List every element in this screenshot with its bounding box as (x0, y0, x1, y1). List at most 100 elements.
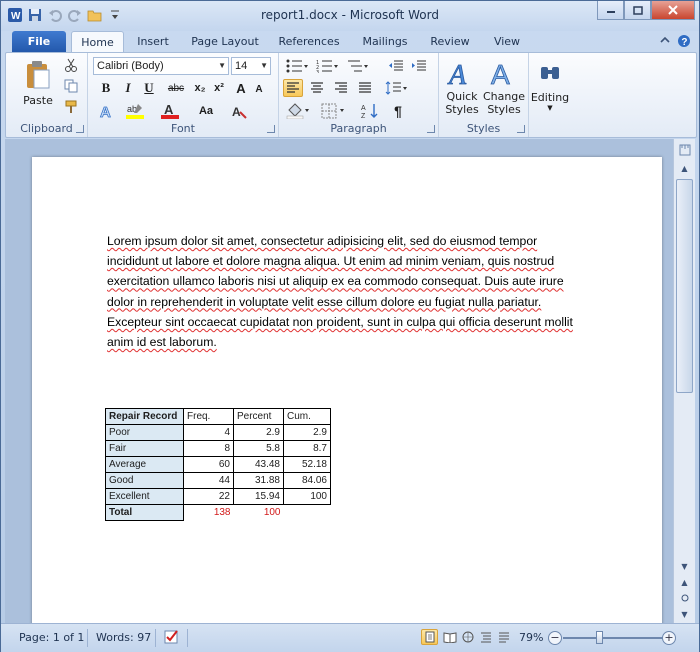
shrink-font-button[interactable]: A (251, 81, 267, 97)
grow-font-button[interactable]: A (233, 79, 249, 97)
font-dialog-launcher[interactable] (267, 125, 275, 133)
show-hide-marks-button[interactable]: ¶ (389, 102, 407, 120)
table-cell[interactable]: 52.18 (283, 456, 331, 473)
table-cell[interactable]: 22 (183, 488, 234, 505)
table-cell[interactable]: Average (105, 456, 184, 473)
sort-icon[interactable]: AZ (359, 102, 381, 120)
font-name-combo[interactable]: Calibri (Body) ▼ (93, 57, 229, 75)
table-cell[interactable]: 43.48 (233, 456, 284, 473)
minimize-button[interactable] (597, 1, 624, 20)
table-header-cell[interactable]: Freq. (183, 408, 234, 425)
clear-formatting-icon[interactable]: A (230, 102, 248, 120)
editing-button[interactable]: Editing ▼ (531, 55, 569, 117)
subscript-button[interactable]: x₂ (192, 80, 208, 96)
repair-record-table[interactable]: Repair Record Freq. Percent Cum. Poor 4 2.9 2.9… (105, 408, 331, 521)
bullets-icon[interactable] (284, 57, 310, 75)
table-cell[interactable]: 15.94 (233, 488, 284, 505)
outline-view-icon[interactable] (477, 629, 494, 645)
table-cell[interactable]: 8 (183, 440, 234, 457)
scroll-up-icon[interactable]: ▲ (677, 161, 692, 175)
draft-view-icon[interactable] (495, 629, 512, 645)
highlight-color-icon[interactable]: ab (124, 102, 148, 120)
table-cell[interactable]: Poor (105, 424, 184, 441)
paste-button[interactable]: Paste (20, 57, 56, 109)
table-cell[interactable]: 100 (283, 488, 331, 505)
document-area[interactable]: Lorem ipsum dolor sit amet, consectetur … (5, 139, 675, 623)
browse-object-icon[interactable] (677, 591, 692, 605)
zoom-slider-thumb[interactable] (596, 631, 603, 644)
paragraph-text[interactable]: Lorem ipsum dolor sit amet, consectetur … (107, 234, 573, 349)
tab-references[interactable]: References (273, 31, 345, 53)
zoom-in-button[interactable]: + (662, 631, 676, 645)
underline-button[interactable]: U (141, 80, 157, 96)
document-page[interactable]: Lorem ipsum dolor sit amet, consectetur … (32, 157, 662, 623)
previous-page-icon[interactable]: ▲ (677, 575, 692, 589)
cut-icon[interactable] (62, 57, 80, 73)
paragraph-dialog-launcher[interactable] (427, 125, 435, 133)
tab-review[interactable]: Review (424, 31, 476, 53)
page-count[interactable]: Page: 1 of 1 (19, 631, 84, 644)
tab-mailings[interactable]: Mailings (355, 31, 415, 53)
table-cell[interactable]: 60 (183, 456, 234, 473)
scroll-thumb[interactable] (676, 179, 693, 393)
ruler-toggle-icon[interactable] (677, 143, 692, 157)
table-cell[interactable]: Excellent (105, 488, 184, 505)
bold-button[interactable]: B (98, 80, 114, 96)
table-cell[interactable]: 2.9 (233, 424, 284, 441)
scroll-down-icon[interactable]: ▼ (677, 559, 692, 573)
table-cell[interactable]: 5.8 (233, 440, 284, 457)
table-cell[interactable]: 4 (183, 424, 234, 441)
print-layout-icon[interactable] (421, 629, 438, 645)
close-button[interactable] (651, 1, 695, 20)
line-spacing-icon[interactable] (383, 79, 409, 97)
table-header-cell[interactable]: Percent (233, 408, 284, 425)
table-header-cell[interactable]: Cum. (283, 408, 331, 425)
next-page-icon[interactable]: ▼ (677, 607, 692, 621)
decrease-indent-icon[interactable] (386, 57, 406, 75)
zoom-out-button[interactable]: − (548, 631, 562, 645)
change-case-button[interactable]: Aa (192, 102, 220, 120)
table-cell[interactable]: 84.06 (283, 472, 331, 489)
clipboard-dialog-launcher[interactable] (76, 125, 84, 133)
help-icon[interactable]: ? (677, 34, 691, 51)
align-right-icon[interactable] (331, 79, 351, 97)
body-paragraph[interactable]: Lorem ipsum dolor sit amet, consectetur … (107, 231, 592, 352)
font-size-combo[interactable]: 14 ▼ (231, 57, 271, 75)
tab-view[interactable]: View (485, 31, 529, 53)
multilevel-list-icon[interactable] (344, 57, 370, 75)
tab-home[interactable]: Home (71, 31, 124, 53)
table-cell[interactable]: 31.88 (233, 472, 284, 489)
table-total-cell[interactable]: Total (105, 504, 184, 521)
font-color-icon[interactable]: A (158, 102, 182, 120)
strikethrough-button[interactable]: abc (164, 80, 188, 96)
vertical-scrollbar[interactable]: ▲ ▼ ▲ ▼ (673, 139, 695, 623)
table-total-cell[interactable]: 100 (234, 505, 284, 521)
tab-file[interactable]: File (12, 31, 66, 53)
numbering-icon[interactable]: 123 (314, 57, 340, 75)
quick-styles-button[interactable]: A Quick Styles (442, 55, 482, 119)
styles-dialog-launcher[interactable] (517, 125, 525, 133)
superscript-button[interactable]: x² (211, 80, 227, 96)
copy-icon[interactable] (62, 78, 80, 94)
table-header-cell[interactable]: Repair Record (105, 408, 184, 425)
table-cell[interactable]: Good (105, 472, 184, 489)
maximize-button[interactable] (624, 1, 651, 20)
table-cell[interactable]: Fair (105, 440, 184, 457)
format-painter-icon[interactable] (62, 99, 80, 115)
web-layout-icon[interactable] (459, 629, 476, 645)
minimize-ribbon-icon[interactable] (659, 34, 671, 51)
align-left-button[interactable] (283, 79, 303, 97)
zoom-level[interactable]: 79% (519, 631, 543, 644)
full-screen-reading-icon[interactable] (441, 629, 458, 645)
increase-indent-icon[interactable] (409, 57, 429, 75)
change-styles-button[interactable]: A Change Styles (483, 55, 525, 119)
italic-button[interactable]: I (120, 80, 136, 96)
align-center-icon[interactable] (307, 79, 327, 97)
word-count[interactable]: Words: 97 (96, 631, 151, 644)
tab-insert[interactable]: Insert (129, 31, 177, 53)
proofing-icon[interactable] (163, 628, 181, 649)
table-cell[interactable]: 8.7 (283, 440, 331, 457)
tab-page-layout[interactable]: Page Layout (187, 31, 263, 53)
table-cell[interactable]: 2.9 (283, 424, 331, 441)
shading-icon[interactable] (284, 102, 312, 120)
